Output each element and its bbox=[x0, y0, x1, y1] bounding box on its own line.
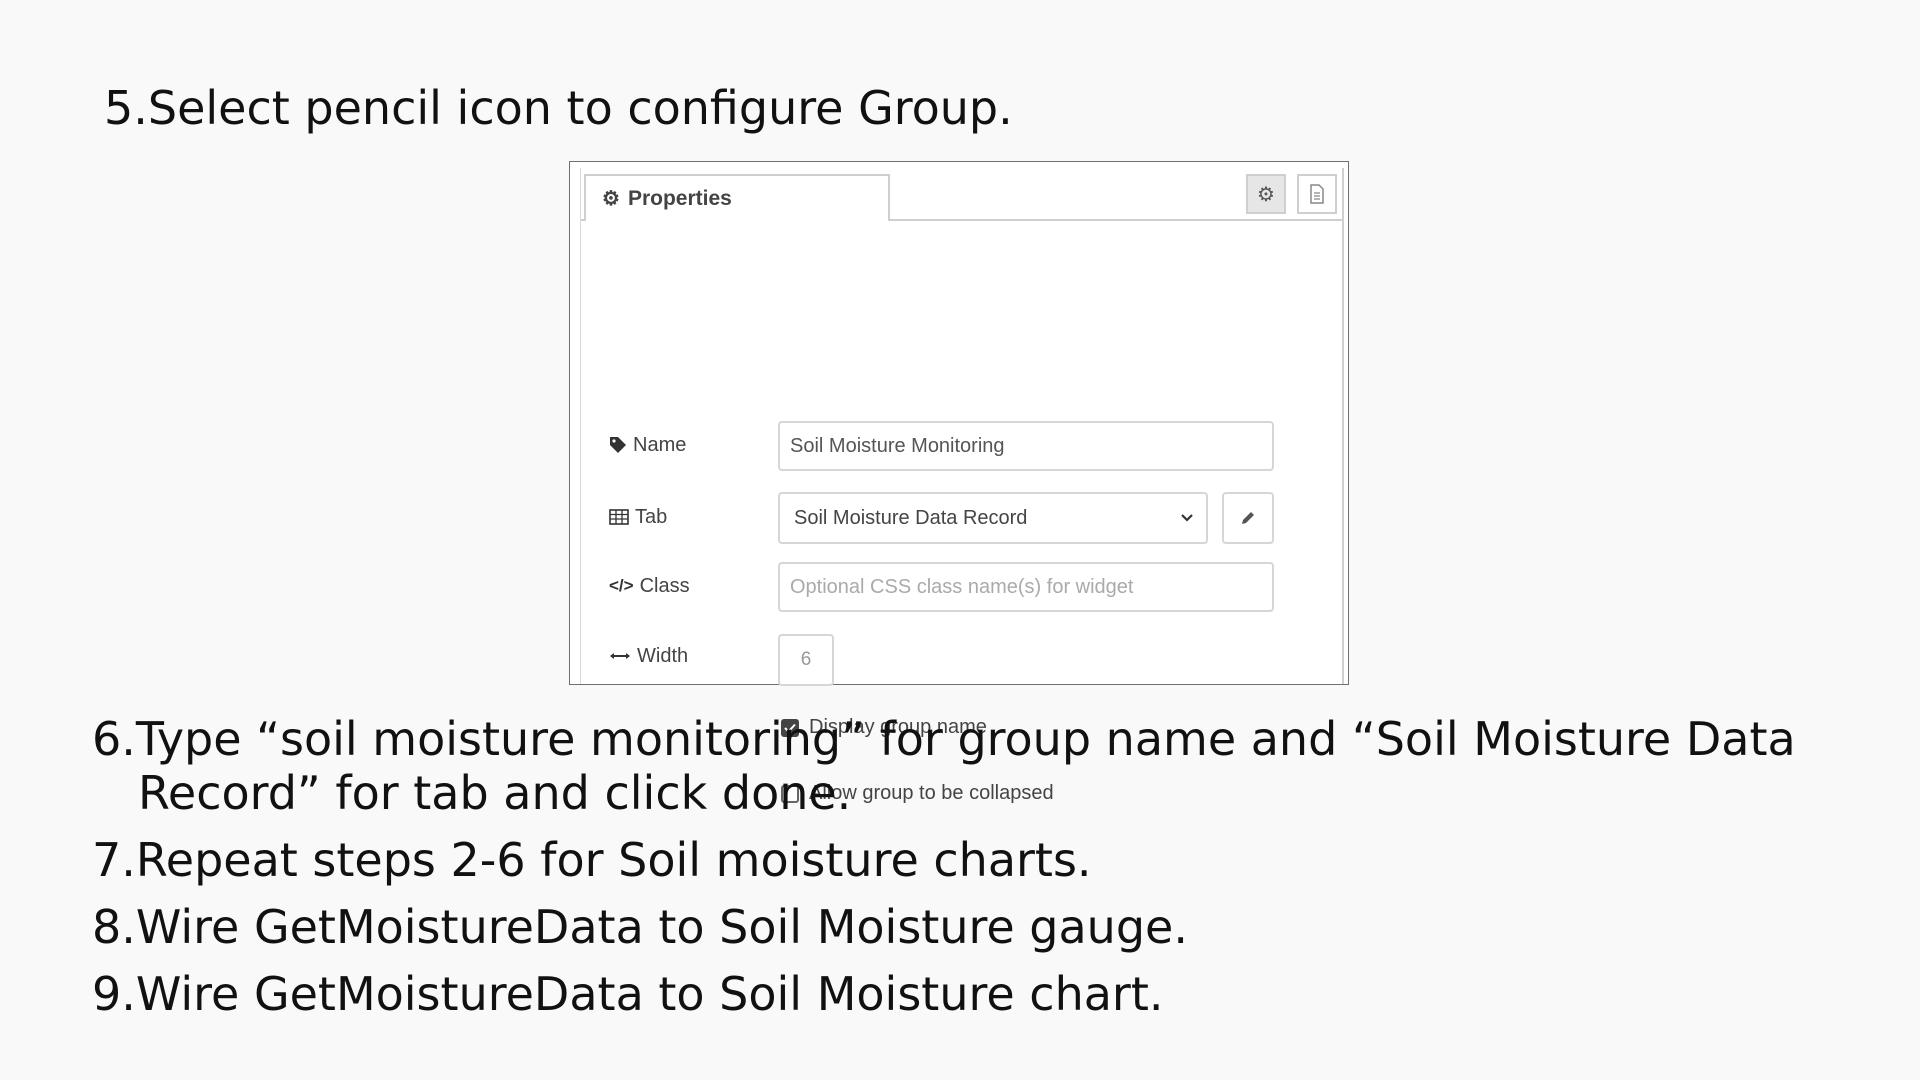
tab-label: Tab bbox=[635, 505, 668, 528]
properties-panel: ⚙ Properties ⚙ Name Soil Moisture Monito… bbox=[580, 168, 1344, 804]
name-label-row: Name bbox=[609, 430, 686, 460]
step-7: 7.Repeat steps 2-6 for Soil moisture cha… bbox=[92, 833, 1092, 887]
resize-horizontal-icon bbox=[610, 653, 630, 659]
panel-tabbar: ⚙ Properties ⚙ bbox=[581, 168, 1342, 221]
settings-button[interactable]: ⚙ bbox=[1246, 174, 1286, 214]
tab-label-row: Tab bbox=[609, 502, 667, 532]
width-value: 6 bbox=[800, 649, 812, 670]
class-label: Class bbox=[639, 574, 690, 597]
gear-icon: ⚙ bbox=[602, 188, 620, 210]
class-input[interactable] bbox=[778, 562, 1274, 612]
step-6-line-1: 6.Type “soil moisture monitoring” for gr… bbox=[92, 712, 1796, 766]
step-8: 8.Wire GetMoistureData to Soil Moisture … bbox=[92, 900, 1188, 954]
table-icon bbox=[609, 509, 629, 525]
code-icon: </> bbox=[609, 576, 634, 595]
step-6-line-2: Record” for tab and click done. bbox=[138, 766, 852, 820]
tab-properties-label: Properties bbox=[627, 186, 732, 210]
steps-list: 6.Type “soil moisture monitoring” for gr… bbox=[92, 712, 1796, 1021]
edit-tab-button[interactable] bbox=[1222, 492, 1274, 544]
name-label: Name bbox=[633, 433, 687, 456]
document-icon bbox=[1310, 184, 1324, 204]
tab-select-value: Soil Moisture Data Record bbox=[794, 506, 1028, 529]
properties-screenshot: ⚙ Properties ⚙ Name Soil Moisture Monito… bbox=[569, 161, 1349, 804]
width-button[interactable]: 6 bbox=[778, 634, 834, 686]
step-6: 6.Type “soil moisture monitoring” for gr… bbox=[92, 712, 1796, 820]
width-label: Width bbox=[637, 644, 689, 667]
tab-properties[interactable]: ⚙ Properties bbox=[584, 174, 890, 221]
tag-icon bbox=[610, 437, 626, 453]
step-5-text: 5.Select pencil icon to configure Group. bbox=[104, 81, 1013, 135]
chevron-down-icon bbox=[1181, 514, 1193, 522]
tab-select[interactable]: Soil Moisture Data Record bbox=[778, 492, 1208, 544]
class-label-row: </> Class bbox=[609, 571, 690, 601]
width-label-row: Width bbox=[609, 641, 688, 671]
step-9: 9.Wire GetMoistureData to Soil Moisture … bbox=[92, 967, 1164, 1021]
gear-icon: ⚙ bbox=[1257, 183, 1275, 206]
name-input[interactable] bbox=[778, 421, 1274, 471]
pencil-icon bbox=[1242, 512, 1254, 524]
description-button[interactable] bbox=[1297, 174, 1337, 214]
